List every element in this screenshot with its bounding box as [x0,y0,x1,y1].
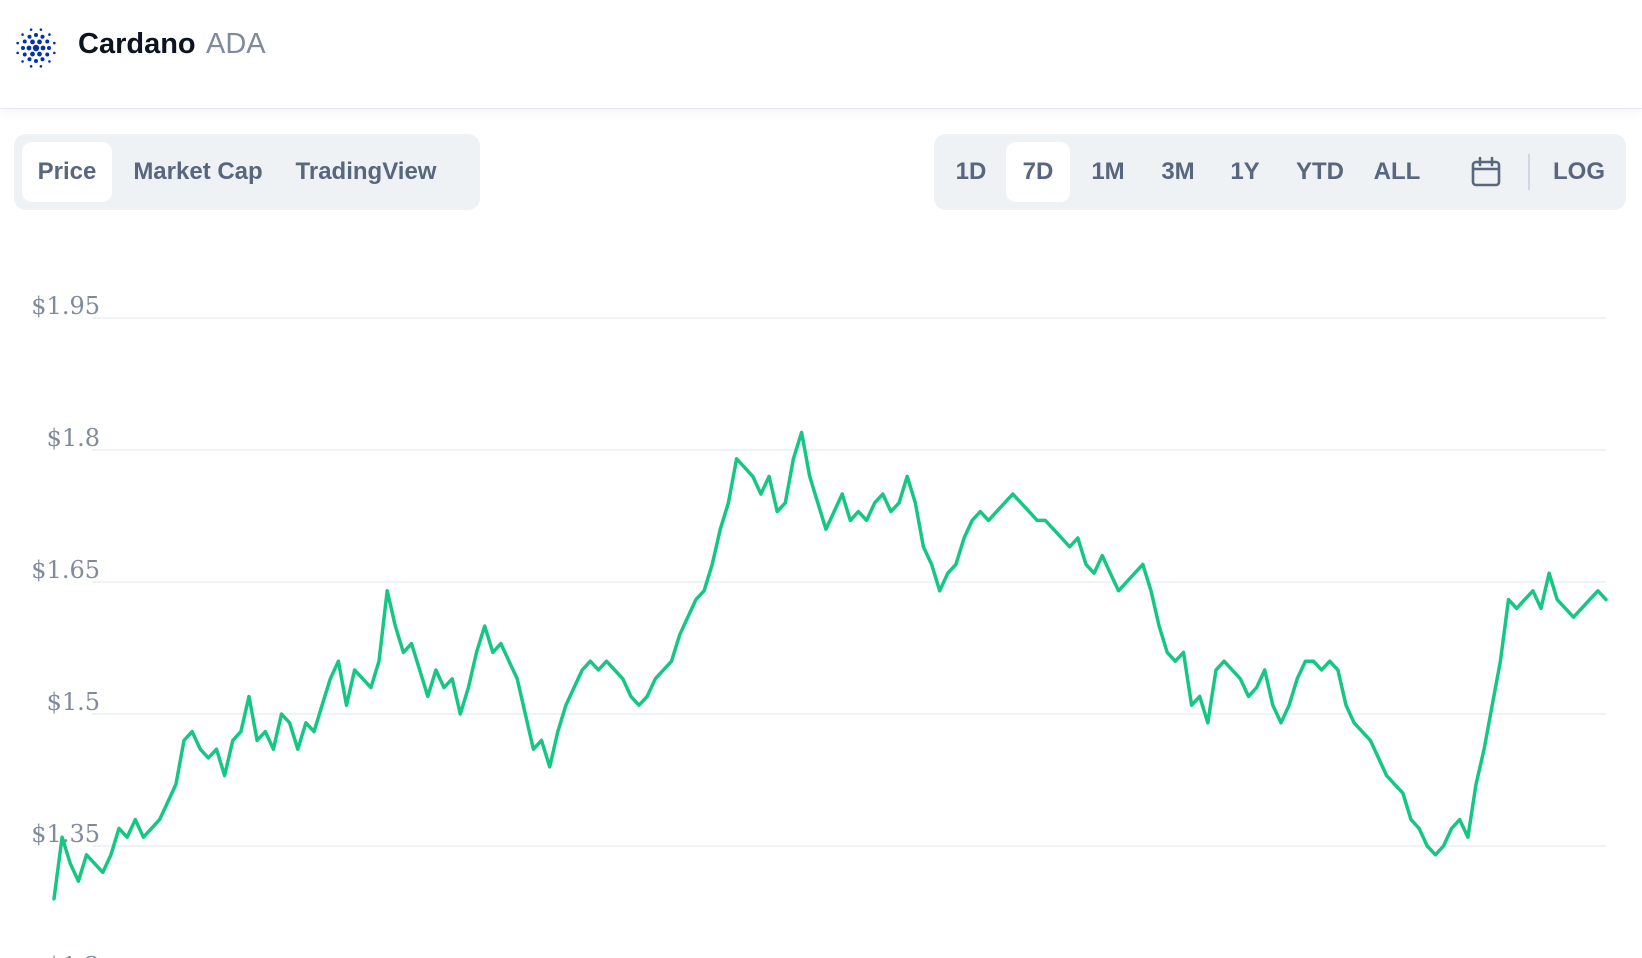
coin-name: Cardano [78,28,196,60]
tab-market-cap[interactable]: Market Cap [126,142,270,202]
y-tick-label: $1.65 [31,556,100,584]
range-tab-group: 1D 7D 1M 3M 1Y YTD ALL LOG [934,134,1626,210]
cardano-logo-icon [16,28,56,68]
tab-price[interactable]: Price [22,142,112,202]
log-scale-toggle[interactable]: LOG [1542,142,1616,202]
coin-symbol: ADA [206,28,266,60]
calendar-icon[interactable] [1470,156,1502,188]
range-ytd[interactable]: YTD [1284,142,1356,202]
range-1d[interactable]: 1D [944,142,998,202]
y-tick-label: $1.2 [47,952,100,958]
range-1y[interactable]: 1Y [1218,142,1272,202]
range-all[interactable]: ALL [1366,142,1428,202]
y-tick-label: $1.5 [47,688,100,716]
y-tick-label: $1.8 [47,424,100,452]
price-chart: $1.95$1.8$1.65$1.5$1.35$1.2 [31,292,1608,958]
y-tick-label: $1.95 [31,292,100,320]
range-1m[interactable]: 1M [1078,142,1138,202]
range-3m[interactable]: 3M [1146,142,1210,202]
page-header: Cardano ADA [0,0,1642,109]
tab-tradingview[interactable]: TradingView [286,142,446,202]
range-7d[interactable]: 7D [1006,142,1070,202]
toolbar-divider [1528,154,1530,190]
price-line [52,430,1608,901]
view-tab-group: Price Market Cap TradingView [14,134,480,210]
